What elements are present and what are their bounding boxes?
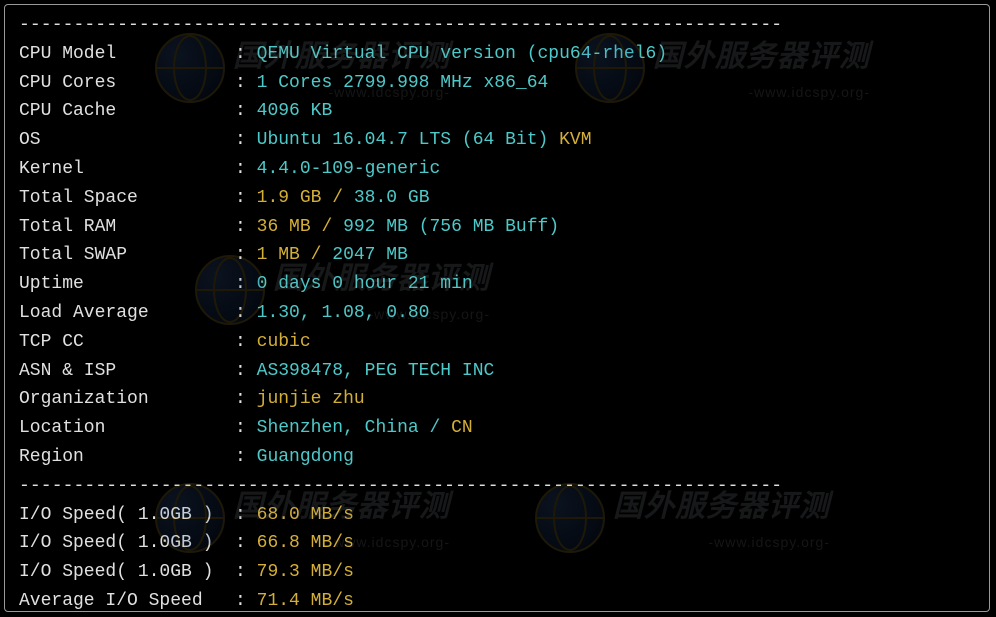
info-row: Total SWAP : 1 MB / 2047 MB (19, 241, 975, 270)
row-value-segment: QEMU Virtual CPU version (cpu64-rhel6) (257, 40, 667, 69)
info-row: Uptime : 0 days 0 hour 21 min (19, 270, 975, 299)
row-label: TCP CC (19, 328, 235, 357)
colon-separator: : (235, 299, 257, 328)
row-label: I/O Speed( 1.0GB ) (19, 558, 235, 587)
row-value-segment: CN (451, 414, 473, 443)
info-row: OS : Ubuntu 16.04.7 LTS (64 Bit) KVM (19, 126, 975, 155)
row-value-segment: cubic (257, 328, 311, 357)
terminal-output: 国外服务器评测www.idcspy.org国外服务器评测www.idcspy.o… (4, 4, 990, 612)
info-row: Location : Shenzhen, China / CN (19, 414, 975, 443)
row-label: Region (19, 443, 235, 472)
divider-top: ----------------------------------------… (19, 11, 975, 40)
row-value-segment: 1 MB / (257, 241, 322, 270)
info-row: Kernel : 4.4.0-109-generic (19, 155, 975, 184)
row-label: Organization (19, 385, 235, 414)
info-row: Organization : junjie zhu (19, 385, 975, 414)
colon-separator: : (235, 328, 257, 357)
row-label: Total Space (19, 184, 235, 213)
io-speed-block: I/O Speed( 1.0GB ) : 68.0 MB/sI/O Speed(… (19, 501, 975, 612)
row-label: I/O Speed( 1.0GB ) (19, 529, 235, 558)
row-value-segment: (756 MB Buff) (419, 213, 559, 242)
row-label: Average I/O Speed (19, 587, 235, 612)
row-label: Kernel (19, 155, 235, 184)
info-row: CPU Cores : 1 Cores 2799.998 MHz x86_64 (19, 69, 975, 98)
info-row: Load Average : 1.30, 1.08, 0.80 (19, 299, 975, 328)
row-label: OS (19, 126, 235, 155)
row-label: ASN & ISP (19, 357, 235, 386)
row-label: I/O Speed( 1.0GB ) (19, 501, 235, 530)
row-value-segment: junjie zhu (257, 385, 365, 414)
row-value-segment: 1 Cores 2799.998 MHz x86_64 (257, 69, 549, 98)
colon-separator: : (235, 443, 257, 472)
row-value-segment: 992 MB (332, 213, 418, 242)
info-row: CPU Cache : 4096 KB (19, 97, 975, 126)
row-value-segment: 1.30, 1.08, 0.80 (257, 299, 430, 328)
colon-separator: : (235, 155, 257, 184)
info-row: Total RAM : 36 MB / 992 MB (756 MB Buff) (19, 213, 975, 242)
colon-separator: : (235, 587, 257, 612)
colon-separator: : (235, 69, 257, 98)
info-row: Region : Guangdong (19, 443, 975, 472)
colon-separator: : (235, 414, 257, 443)
io-row: I/O Speed( 1.0GB ) : 66.8 MB/s (19, 529, 975, 558)
colon-separator: : (235, 529, 257, 558)
row-value-segment: 71.4 MB/s (257, 587, 354, 612)
colon-separator: : (235, 241, 257, 270)
row-label: CPU Cache (19, 97, 235, 126)
row-value-segment: 36 MB / (257, 213, 333, 242)
info-row: ASN & ISP : AS398478, PEG TECH INC (19, 357, 975, 386)
info-row: TCP CC : cubic (19, 328, 975, 357)
io-row: Average I/O Speed : 71.4 MB/s (19, 587, 975, 612)
row-label: Total RAM (19, 213, 235, 242)
divider-mid: ----------------------------------------… (19, 472, 975, 501)
row-value-segment: 4.4.0-109-generic (257, 155, 441, 184)
row-value-segment: Shenzhen, China / (257, 414, 451, 443)
info-row: Total Space : 1.9 GB / 38.0 GB (19, 184, 975, 213)
row-value-segment: 0 days 0 hour 21 min (257, 270, 473, 299)
row-value-segment: AS398478, PEG TECH INC (257, 357, 495, 386)
colon-separator: : (235, 184, 257, 213)
colon-separator: : (235, 558, 257, 587)
row-value-segment: Ubuntu 16.04.7 LTS (64 Bit) (257, 126, 559, 155)
row-value-segment: 1.9 GB / (257, 184, 343, 213)
row-label: Location (19, 414, 235, 443)
io-row: I/O Speed( 1.0GB ) : 68.0 MB/s (19, 501, 975, 530)
colon-separator: : (235, 385, 257, 414)
info-row: CPU Model : QEMU Virtual CPU version (cp… (19, 40, 975, 69)
row-label: CPU Model (19, 40, 235, 69)
row-value-segment: KVM (559, 126, 591, 155)
row-label: CPU Cores (19, 69, 235, 98)
row-value-segment: Guangdong (257, 443, 354, 472)
colon-separator: : (235, 126, 257, 155)
row-value-segment: 2047 MB (321, 241, 407, 270)
row-value-segment: 79.3 MB/s (257, 558, 354, 587)
row-label: Uptime (19, 270, 235, 299)
colon-separator: : (235, 357, 257, 386)
row-value-segment: 66.8 MB/s (257, 529, 354, 558)
system-info-block: CPU Model : QEMU Virtual CPU version (cp… (19, 40, 975, 472)
row-label: Load Average (19, 299, 235, 328)
colon-separator: : (235, 270, 257, 299)
colon-separator: : (235, 40, 257, 69)
row-value-segment: 68.0 MB/s (257, 501, 354, 530)
colon-separator: : (235, 213, 257, 242)
row-label: Total SWAP (19, 241, 235, 270)
colon-separator: : (235, 501, 257, 530)
io-row: I/O Speed( 1.0GB ) : 79.3 MB/s (19, 558, 975, 587)
row-value-segment: 38.0 GB (343, 184, 429, 213)
colon-separator: : (235, 97, 257, 126)
row-value-segment: 4096 KB (257, 97, 333, 126)
